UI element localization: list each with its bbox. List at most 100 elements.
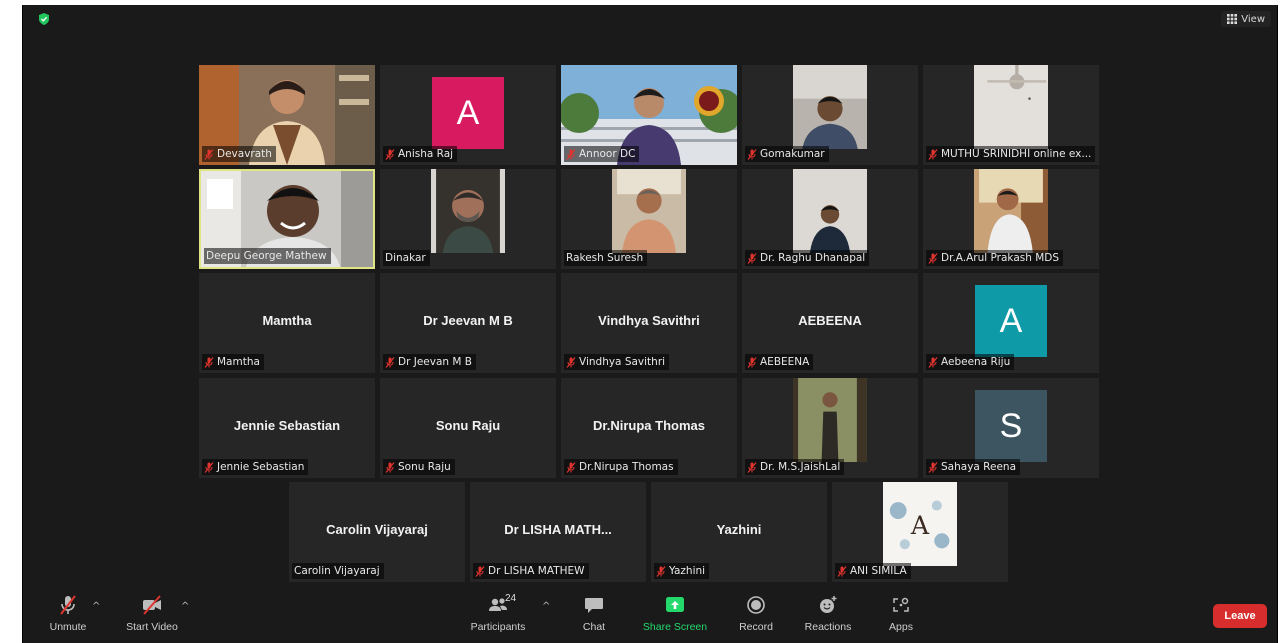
participant-tile[interactable]: A ANI SIMILA [832, 482, 1008, 582]
video-thumbnail [793, 65, 867, 149]
participant-name: Sonu Raju [398, 461, 451, 473]
participant-name-label: ANI SIMILA [835, 563, 911, 579]
mic-muted-icon [928, 252, 938, 264]
participant-name-label: Jennie Sebastian [202, 459, 309, 475]
participant-display-name: Jennie Sebastian [233, 418, 341, 433]
participant-name-label: Sonu Raju [383, 459, 455, 475]
mic-muted-icon [385, 461, 395, 473]
participant-tile[interactable]: Sonu Raju Sonu Raju [380, 378, 556, 478]
participant-tile[interactable]: Dr.A.Arul Prakash MDS [923, 169, 1099, 269]
participant-tile[interactable]: A Aebeena Riju [923, 273, 1099, 373]
chat-icon [585, 598, 603, 613]
start-video-button[interactable]: Start Video [117, 595, 187, 633]
mic-muted-icon [928, 148, 938, 160]
participant-tile[interactable]: Deepu George Mathew [199, 169, 375, 269]
participants-button[interactable]: 24 Participants [463, 593, 533, 633]
participant-tile[interactable]: Devavrath [199, 65, 375, 165]
unmute-caret-icon[interactable]: ^ [92, 601, 100, 612]
participant-name-label: Dr. M.S.JaishLal [745, 459, 845, 475]
participant-name: AEBEENA [760, 356, 810, 368]
participant-tile[interactable]: Rakesh Suresh [561, 169, 737, 269]
mic-muted-icon [928, 461, 938, 473]
record-icon [747, 596, 765, 614]
reactions-label: Reactions [804, 621, 852, 633]
mic-muted-icon [475, 565, 485, 577]
participant-tile[interactable]: Dr. M.S.JaishLal [742, 378, 918, 478]
participant-name-label: Gomakumar [745, 146, 829, 162]
mic-muted-icon [747, 148, 757, 160]
participant-tile[interactable]: A Anisha Raj [380, 65, 556, 165]
mic-muted-icon [656, 565, 666, 577]
participant-display-name: AEBEENA [798, 313, 862, 328]
mic-muted-icon [385, 356, 395, 368]
participant-tile[interactable]: Dr LISHA MATH... Dr LISHA MATHEW [470, 482, 646, 582]
participant-name: Dinakar [385, 252, 426, 264]
leave-button[interactable]: Leave [1213, 604, 1267, 628]
participant-tile[interactable]: MUTHU SRINIDHI online ex... [923, 65, 1099, 165]
start-video-label: Start Video [126, 621, 178, 633]
participant-tile[interactable]: Vindhya Savithri Vindhya Savithri [561, 273, 737, 373]
participant-tile[interactable]: Yazhini Yazhini [651, 482, 827, 582]
participant-tile[interactable]: Annoor DC [561, 65, 737, 165]
participant-name-label: Aebeena Riju [926, 354, 1015, 370]
mic-muted-icon [385, 148, 395, 160]
avatar: A [975, 285, 1047, 357]
chat-label: Chat [582, 621, 606, 633]
record-label: Record [739, 621, 773, 633]
participant-tile[interactable]: Jennie Sebastian Jennie Sebastian [199, 378, 375, 478]
participant-name-label: MUTHU SRINIDHI online ex... [926, 146, 1096, 162]
video-thumbnail [431, 169, 505, 253]
participant-name-label: Mamtha [202, 354, 264, 370]
video-caret-icon[interactable]: ^ [181, 601, 189, 612]
participant-tile[interactable]: Gomakumar [742, 65, 918, 165]
participant-name-label: AEBEENA [745, 354, 814, 370]
record-button[interactable]: Record [721, 595, 791, 633]
participant-name: MUTHU SRINIDHI online ex... [941, 148, 1092, 160]
participant-tile[interactable]: Carolin Vijayaraj Carolin Vijayaraj [289, 482, 465, 582]
participant-tile[interactable]: Dr. Raghu Dhanapal [742, 169, 918, 269]
participant-name: Dr.A.Arul Prakash MDS [941, 252, 1060, 264]
participant-name: Deepu George Mathew [206, 250, 327, 262]
participant-name-label: Dinakar [383, 250, 430, 266]
participants-caret-icon[interactable]: ^ [542, 601, 550, 612]
reactions-button[interactable]: Reactions [793, 595, 863, 633]
meeting-toolbar: Unmute ^ Start Video ^ 24 Participants ^ [23, 587, 1277, 643]
participant-display-name: Vindhya Savithri [598, 313, 700, 328]
mic-muted-icon [747, 356, 757, 368]
participant-name: Dr.Nirupa Thomas [579, 461, 674, 473]
participant-name: Vindhya Savithri [579, 356, 666, 368]
participant-display-name: Carolin Vijayaraj [326, 522, 428, 537]
participant-name: Dr LISHA MATHEW [488, 565, 585, 577]
mic-off-icon [60, 595, 76, 615]
participant-tile[interactable]: S Sahaya Reena [923, 378, 1099, 478]
unmute-label: Unmute [49, 621, 87, 633]
participant-display-name: Dr LISHA MATH... [504, 522, 612, 537]
participant-name: Aebeena Riju [941, 356, 1011, 368]
participant-tile[interactable]: Mamtha Mamtha [199, 273, 375, 373]
participant-tile[interactable]: Dinakar [380, 169, 556, 269]
apps-icon [893, 597, 909, 612]
participant-name: ANI SIMILA [850, 565, 907, 577]
avatar: A [432, 77, 504, 149]
participant-name: Dr. M.S.JaishLal [760, 461, 841, 473]
mic-muted-icon [204, 461, 214, 473]
participant-name: Anisha Raj [398, 148, 454, 160]
participant-name-label: Rakesh Suresh [564, 250, 648, 266]
participant-display-name: Yazhini [716, 522, 762, 537]
svg-text:A: A [910, 511, 930, 540]
participant-name-label: Dr LISHA MATHEW [473, 563, 589, 579]
share-screen-button[interactable]: Share Screen [640, 595, 710, 633]
participant-tile[interactable]: AEBEENA AEBEENA [742, 273, 918, 373]
mic-muted-icon [566, 356, 576, 368]
participant-tile[interactable]: Dr.Nirupa Thomas Dr.Nirupa Thomas [561, 378, 737, 478]
participant-name-label: Anisha Raj [383, 146, 458, 162]
mic-muted-icon [204, 356, 214, 368]
participant-name: Yazhini [669, 565, 706, 577]
mic-muted-icon [566, 461, 576, 473]
participant-count: 24 [505, 593, 517, 604]
apps-button[interactable]: Apps [866, 595, 936, 633]
participant-tile[interactable]: Dr Jeevan M B Dr Jeevan M B [380, 273, 556, 373]
chat-button[interactable]: Chat [559, 595, 629, 633]
mic-muted-icon [928, 356, 938, 368]
participant-name-label: Dr.Nirupa Thomas [564, 459, 678, 475]
